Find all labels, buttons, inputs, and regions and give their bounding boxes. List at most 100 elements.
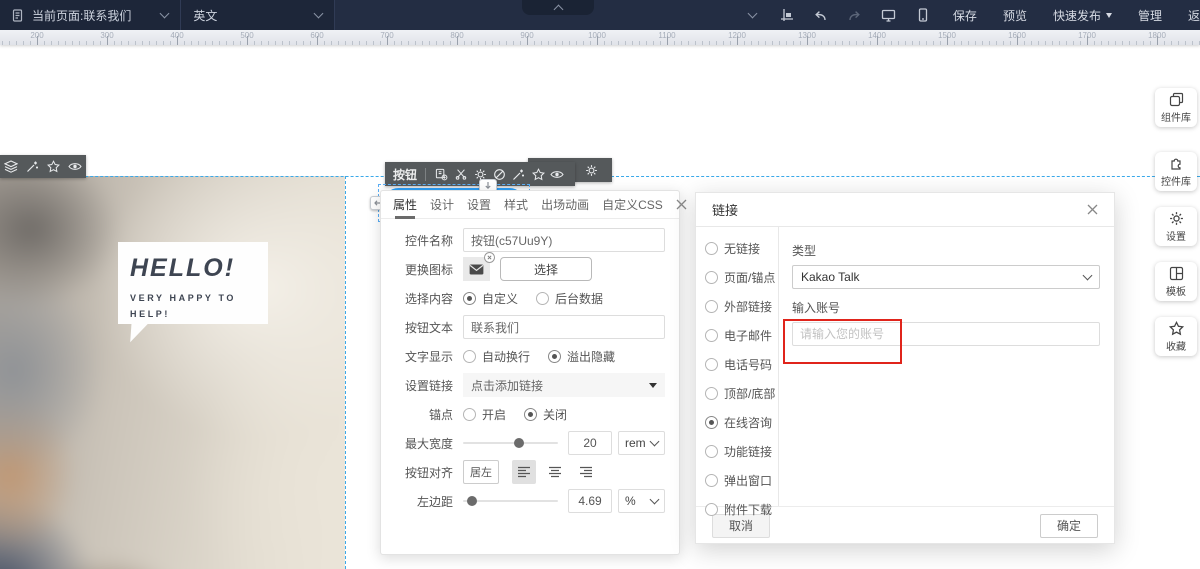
control-name-input[interactable] — [463, 228, 665, 252]
dropdown-triangle-icon — [1105, 12, 1112, 18]
layers-icon[interactable] — [0, 155, 22, 179]
dropdown-chevron-button[interactable] — [736, 0, 770, 30]
radio-icon — [463, 349, 476, 363]
star-icon[interactable] — [528, 162, 547, 186]
radio-anchor-on[interactable]: 开启 — [463, 406, 506, 423]
link-type-list: 无链接 页面/锚点 外部链接 电子邮件 电话号码 顶部/底部 在线咨询 功能链接… — [696, 227, 779, 517]
undo-icon[interactable] — [804, 0, 838, 30]
sidebar-item-templates[interactable]: 模板 — [1155, 262, 1197, 301]
option-attachment-download[interactable]: 附件下载 — [705, 501, 778, 518]
snap-guide-icon[interactable] — [770, 0, 804, 30]
language-selector[interactable]: 英文 — [181, 0, 336, 30]
ruler-label: 1300 — [798, 31, 816, 40]
radio-icon — [705, 329, 718, 342]
component-library-icon — [1169, 92, 1184, 107]
toolbar-divider — [425, 167, 426, 181]
align-right-icon[interactable] — [574, 460, 598, 484]
max-width-slider[interactable] — [463, 438, 558, 448]
ruler-label: 300 — [100, 31, 114, 40]
slider-thumb[interactable] — [514, 438, 525, 448]
button-text-input[interactable] — [463, 315, 665, 339]
sidebar-item-settings[interactable]: 设置 — [1155, 207, 1197, 246]
quick-publish-button[interactable]: 快速发布 — [1040, 0, 1125, 30]
redo-icon[interactable] — [838, 0, 872, 30]
page-file-icon — [12, 8, 24, 22]
set-link-row: 设置链接 点击添加链接 — [395, 373, 665, 397]
preview-button[interactable]: 预览 — [990, 0, 1040, 30]
mobile-view-icon[interactable] — [906, 0, 940, 30]
align-center-icon[interactable] — [543, 460, 567, 484]
tab-design[interactable]: 设计 — [430, 191, 454, 219]
radio-word-wrap[interactable]: 自动换行 — [463, 348, 530, 365]
manage-button[interactable]: 管理 — [1125, 0, 1175, 30]
section-toolbar — [0, 155, 86, 178]
radio-backend-data[interactable]: 后台数据 — [536, 290, 603, 307]
option-top-bottom[interactable]: 顶部/底部 — [705, 385, 778, 402]
ruler-label: 1400 — [868, 31, 886, 40]
hero-headline: HELLO! — [130, 254, 236, 282]
back-button[interactable]: 返 — [1175, 0, 1200, 30]
option-online-chat[interactable]: 在线咨询 — [705, 414, 778, 431]
option-phone-number[interactable]: 电话号码 — [705, 356, 778, 373]
slider-thumb[interactable] — [466, 496, 477, 506]
collapse-toolbar-tab[interactable] — [522, 0, 594, 15]
sidebar-item-component-library[interactable]: 组件库 — [1155, 88, 1197, 127]
template-layout-icon — [1169, 266, 1184, 281]
tab-custom-css[interactable]: 自定义CSS — [602, 191, 663, 219]
radio-anchor-off[interactable]: 关闭 — [524, 406, 567, 423]
sidebar-item-favorites[interactable]: 收藏 — [1155, 317, 1197, 356]
current-icon-thumbnail[interactable] — [463, 252, 495, 281]
eye-icon[interactable] — [548, 162, 567, 186]
hero-image[interactable]: HELLO! VERY HAPPY TO HELP! — [0, 176, 345, 569]
star-icon[interactable] — [43, 155, 65, 179]
option-function-link[interactable]: 功能链接 — [705, 443, 778, 460]
confirm-button[interactable]: 确定 — [1039, 513, 1098, 538]
option-email[interactable]: 电子邮件 — [705, 327, 778, 344]
sidebar-item-widget-library[interactable]: 控件库 — [1155, 152, 1197, 191]
radio-icon — [705, 271, 718, 284]
add-link-dropdown[interactable]: 点击添加链接 — [463, 373, 665, 397]
eye-icon[interactable] — [65, 155, 87, 179]
gear-icon[interactable] — [580, 158, 602, 182]
tab-settings[interactable]: 设置 — [467, 191, 491, 219]
desktop-view-icon[interactable] — [872, 0, 906, 30]
option-page-anchor[interactable]: 页面/锚点 — [705, 269, 778, 286]
close-icon[interactable] — [676, 199, 687, 210]
left-margin-unit-select[interactable]: % — [618, 489, 665, 513]
radio-icon — [705, 242, 718, 255]
magic-wand-icon[interactable] — [22, 155, 44, 179]
properties-panel: 属性 设计 设置 样式 出场动画 自定义CSS 控件名称 更换图标 选择 选择内… — [380, 190, 687, 555]
max-width-value-input[interactable] — [568, 431, 612, 455]
type-select[interactable]: Kakao Talk — [792, 265, 1100, 289]
text-display-row: 文字显示 自动换行 溢出隐藏 — [404, 348, 616, 365]
chevron-up-icon — [553, 4, 563, 14]
close-icon[interactable] — [1087, 204, 1098, 215]
save-button[interactable]: 保存 — [940, 0, 990, 30]
radio-icon — [524, 407, 538, 421]
ruler-label: 1800 — [1148, 31, 1166, 40]
remove-icon-badge[interactable] — [484, 252, 495, 263]
current-page-selector[interactable]: 当前页面:联系我们 — [0, 0, 182, 30]
radio-custom[interactable]: 自定义 — [463, 290, 518, 307]
tab-attributes[interactable]: 属性 — [393, 191, 417, 219]
magic-wand-icon[interactable] — [509, 162, 528, 186]
radio-overflow-hidden[interactable]: 溢出隐藏 — [548, 348, 615, 365]
current-page-label: 当前页面:联系我们 — [32, 8, 132, 23]
tab-style[interactable]: 样式 — [504, 191, 528, 219]
account-input[interactable] — [792, 322, 1100, 346]
left-margin-slider[interactable] — [463, 496, 558, 506]
speech-bubble: HELLO! VERY HAPPY TO HELP! — [118, 242, 268, 324]
option-no-link[interactable]: 无链接 — [705, 240, 778, 257]
option-external-link[interactable]: 外部链接 — [705, 298, 778, 315]
option-popup-window[interactable]: 弹出窗口 — [705, 472, 778, 489]
select-icon-button[interactable]: 选择 — [500, 257, 592, 281]
align-left-icon[interactable] — [512, 460, 536, 484]
hero-photo-background — [0, 176, 345, 569]
left-margin-value-input[interactable] — [568, 489, 612, 513]
max-width-unit-select[interactable]: rem — [618, 431, 665, 455]
cut-icon[interactable] — [451, 162, 470, 186]
tab-entrance-animation[interactable]: 出场动画 — [541, 191, 589, 219]
radio-icon — [705, 503, 718, 516]
copy-element-icon[interactable] — [432, 162, 451, 186]
ruler-label: 1500 — [938, 31, 956, 40]
